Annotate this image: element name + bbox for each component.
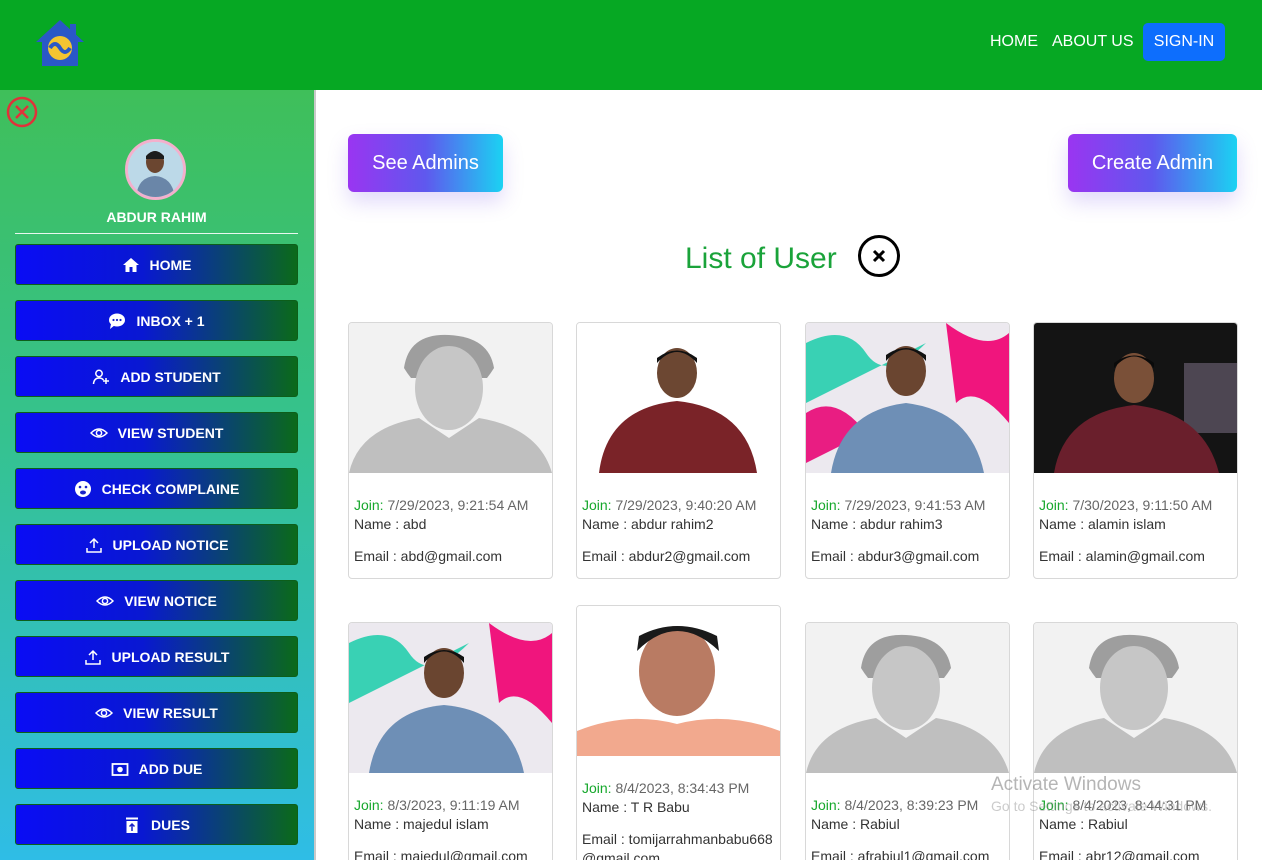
user-name: ABDUR RAHIM [106,209,207,225]
sidebar-item-view-result[interactable]: VIEW RESULT [15,692,298,733]
sidebar-item-label: INBOX + 1 [136,312,205,329]
upload-icon [84,649,101,665]
user-email-text: Email : abdur3@gmail.com [811,548,980,564]
join-label: Join: [811,797,841,813]
sidebar-menu: HOME INBOX + 1 ADD STUDENT VIEW STUDENT … [15,244,298,860]
home-icon [122,257,139,272]
join-label: Join: [811,497,841,513]
sidebar-item-inbox[interactable]: INBOX + 1 [15,300,298,341]
user-card[interactable]: Join: 7/29/2023, 9:40:20 AM Name : abdur… [576,322,781,579]
sidebar-item-home[interactable]: HOME [15,244,298,285]
sidebar-item-add-due[interactable]: ADD DUE [15,748,298,789]
eye-icon [89,427,108,438]
user-name-text: Name : abdur rahim3 [811,516,943,532]
join-label: Join: [354,497,384,513]
sidebar-divider [314,90,316,860]
sidebar-item-dues[interactable]: DUES [15,804,298,845]
sidebar-item-label: UPLOAD RESULT [111,648,230,665]
join-date: 8/4/2023, 8:34:43 PM [615,780,750,796]
join-date: 8/4/2023, 8:39:23 PM [844,797,979,813]
user-email-text: Email : abd@gmail.com [354,548,503,564]
user-photo [577,323,780,473]
join-date: 7/29/2023, 9:40:20 AM [615,497,757,513]
money-icon [111,762,129,776]
join-date: 7/29/2023, 9:41:53 AM [844,497,986,513]
sidebar-item-label: ADD DUE [138,760,203,777]
user-card[interactable]: Join: 7/30/2023, 9:11:50 AM Name : alami… [1033,322,1238,579]
join-label: Join: [354,797,384,813]
user-photo [577,606,780,756]
user-photo-placeholder [806,623,1009,773]
user-email-text: Email : abr12@gmail.com [1039,848,1200,860]
user-email-text: Email : alamin@gmail.com [1039,548,1205,564]
sidebar-item-label: VIEW RESULT [123,704,218,721]
sidebar-item-view-student[interactable]: VIEW STUDENT [15,412,298,453]
join-label: Join: [582,780,612,796]
sidebar-item-label: DUES [151,816,190,833]
logo-icon[interactable] [32,18,88,72]
user-card[interactable]: Join: 8/3/2023, 9:11:19 AM Name : majedu… [348,622,553,860]
create-admin-button[interactable]: Create Admin [1068,134,1237,192]
user-name-text: Name : T R Babu [582,799,690,815]
user-card[interactable]: Join: 8/4/2023, 8:34:43 PM Name : T R Ba… [576,605,781,860]
trash-upload-icon [126,817,139,833]
sidebar-item-add-student[interactable]: ADD STUDENT [15,356,298,397]
eye-icon [95,707,114,718]
user-card[interactable]: Join: 7/29/2023, 9:41:53 AM Name : abdur… [805,322,1010,579]
user-email-text: Email : afrabiul1@gmail.com [811,848,990,860]
user-photo-placeholder [1034,623,1237,773]
sidebar-item-upload-result[interactable]: UPLOAD RESULT [15,636,298,677]
chat-icon [109,313,126,329]
join-date: 7/29/2023, 9:21:54 AM [387,497,529,513]
user-name-text: Name : alamin islam [1039,516,1166,532]
join-label: Join: [582,497,612,513]
sidebar-item-label: ADD STUDENT [120,368,221,385]
close-icon[interactable] [857,234,901,278]
sad-face-icon [74,480,91,497]
sidebar-item-check-complaine[interactable]: CHECK COMPLAINE [15,468,298,509]
user-photo [1034,323,1237,473]
user-name-text: Name : majedul islam [354,816,489,832]
user-card[interactable]: Join: 8/4/2023, 8:39:23 PM Name : Rabiul… [805,622,1010,860]
user-name-text: Name : Rabiul [1039,816,1128,832]
user-photo [349,623,552,773]
sidebar-separator [15,233,298,234]
user-card[interactable]: Join: 7/29/2023, 9:21:54 AM Name : abd E… [348,322,553,579]
user-name-text: Name : abdur rahim2 [582,516,714,532]
page-title: List of User [685,242,837,275]
top-navbar: HOME ABOUT US SIGN-IN [0,0,1262,90]
signin-button[interactable]: SIGN-IN [1143,23,1225,61]
join-label: Join: [1039,497,1069,513]
upload-icon [85,537,102,553]
user-email-text: Email : abdur2@gmail.com [582,548,751,564]
add-user-icon [93,369,110,384]
sidebar-item-label: VIEW NOTICE [124,592,217,609]
see-admins-button[interactable]: See Admins [348,134,503,192]
user-card[interactable]: Join: 8/4/2023, 8:44:31 PM Name : Rabiul… [1033,622,1238,860]
avatar [125,139,186,200]
user-name-text: Name : Rabiul [811,816,900,832]
user-email-text: Email : majedul@gmail.com [354,848,528,860]
eye-icon [96,595,115,606]
sidebar-item-upload-notice[interactable]: UPLOAD NOTICE [15,524,298,565]
nav-home-link[interactable]: HOME [990,32,1038,52]
join-date: 8/3/2023, 9:11:19 AM [387,797,520,813]
sidebar-item-view-notice[interactable]: VIEW NOTICE [15,580,298,621]
nav-about-link[interactable]: ABOUT US [1052,32,1134,52]
activate-windows-subtext: Go to Settings to activate Windows. [991,798,1212,814]
sidebar-item-label: UPLOAD NOTICE [112,536,229,553]
activate-windows-watermark: Activate Windows [991,774,1141,795]
sidebar-item-label: CHECK COMPLAINE [101,480,240,497]
user-email-text: Email : tomijarrahmanbabu668@gmail.com [582,831,773,860]
user-photo-placeholder [349,323,552,473]
close-sidebar-icon[interactable] [6,96,38,128]
sidebar-item-label: VIEW STUDENT [117,424,224,441]
user-name-text: Name : abd [354,516,427,532]
sidebar-item-label: HOME [149,256,192,273]
user-photo [806,323,1009,473]
join-date: 7/30/2023, 9:11:50 AM [1072,497,1213,513]
